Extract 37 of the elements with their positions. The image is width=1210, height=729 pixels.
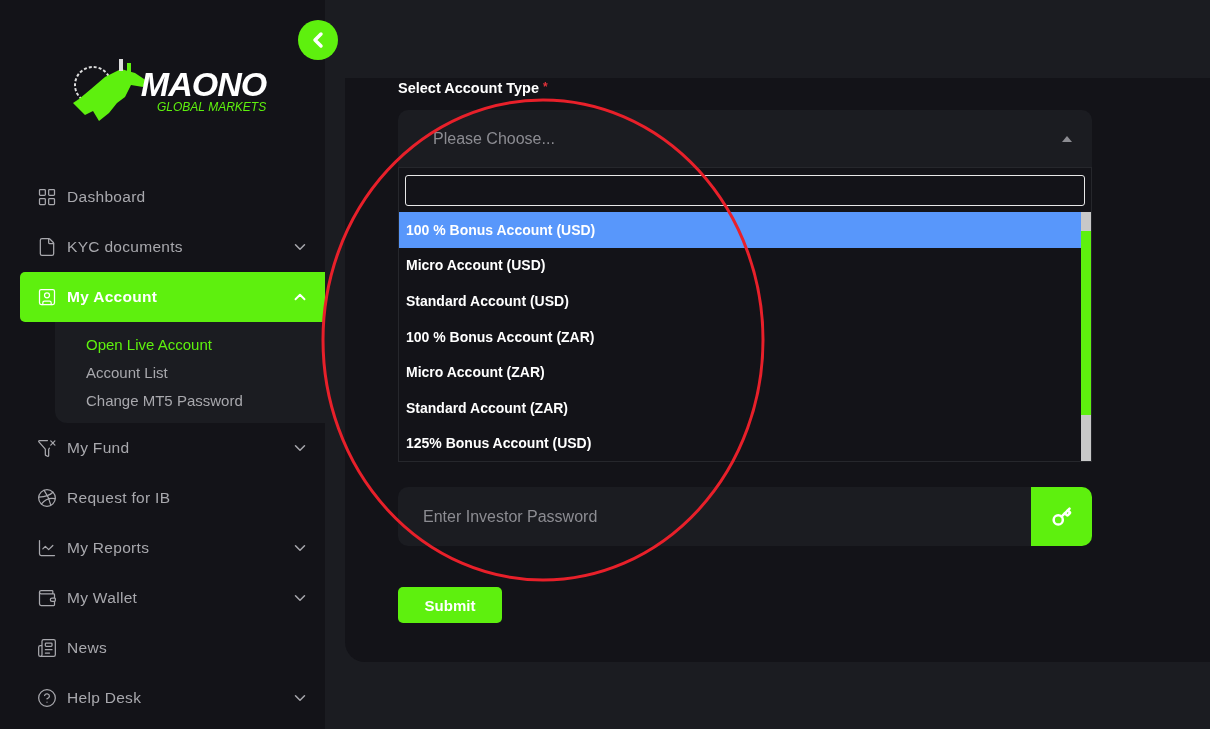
key-button[interactable] xyxy=(1031,487,1092,546)
scrollbar-track[interactable] xyxy=(1081,212,1091,461)
password-field[interactable]: Enter Investor Password xyxy=(398,487,1031,546)
sidebar-item[interactable]: My Wallet xyxy=(20,573,325,623)
sidebar-item[interactable]: Request for IB xyxy=(20,473,325,523)
submenu-item[interactable]: Change MT5 Password xyxy=(86,392,243,409)
account-type-select[interactable]: Please Choose... xyxy=(398,110,1092,167)
dropdown-option[interactable]: Micro Account (ZAR) xyxy=(399,354,1081,390)
line-chart-icon xyxy=(37,538,57,558)
grid-icon xyxy=(37,187,57,207)
wallet-icon xyxy=(37,588,57,608)
sidebar-item[interactable]: KYC documents xyxy=(20,222,325,272)
newspaper-icon xyxy=(37,638,57,658)
submenu-item[interactable]: Open Live Account xyxy=(86,336,212,353)
key-icon xyxy=(1051,506,1072,527)
ball-icon xyxy=(37,488,57,508)
logo-tagline: GLOBAL MARKETS xyxy=(157,101,267,115)
logo-wordmark: MAONO xyxy=(140,67,267,102)
document-icon xyxy=(37,237,57,257)
sidebar-item[interactable]: My Fund xyxy=(20,423,325,473)
sidebar-item[interactable]: News xyxy=(20,623,325,673)
user-icon xyxy=(37,287,57,307)
help-icon xyxy=(37,688,57,708)
submenu-item[interactable]: Account List xyxy=(86,364,168,381)
sidebar-item[interactable]: Dashboard xyxy=(20,172,325,222)
required-mark: * xyxy=(543,80,548,96)
field-label: Select Account Type xyxy=(398,80,539,96)
dropdown-option[interactable]: 125% Bonus Account (USD) xyxy=(399,425,1081,462)
sidebar-item[interactable]: Help Desk xyxy=(20,673,325,723)
funnel-icon xyxy=(37,438,57,458)
caret-up-icon xyxy=(1062,135,1072,142)
sidebar-item[interactable]: My Reports xyxy=(20,523,325,573)
dropdown-option[interactable]: Micro Account (USD) xyxy=(399,247,1081,284)
scrollbar-thumb[interactable] xyxy=(1081,231,1091,415)
dropdown-option[interactable]: Standard Account (ZAR) xyxy=(399,389,1081,426)
dropdown-option[interactable]: Standard Account (USD) xyxy=(399,283,1081,319)
dropdown-option[interactable]: 100 % Bonus Account (ZAR) xyxy=(399,318,1081,355)
